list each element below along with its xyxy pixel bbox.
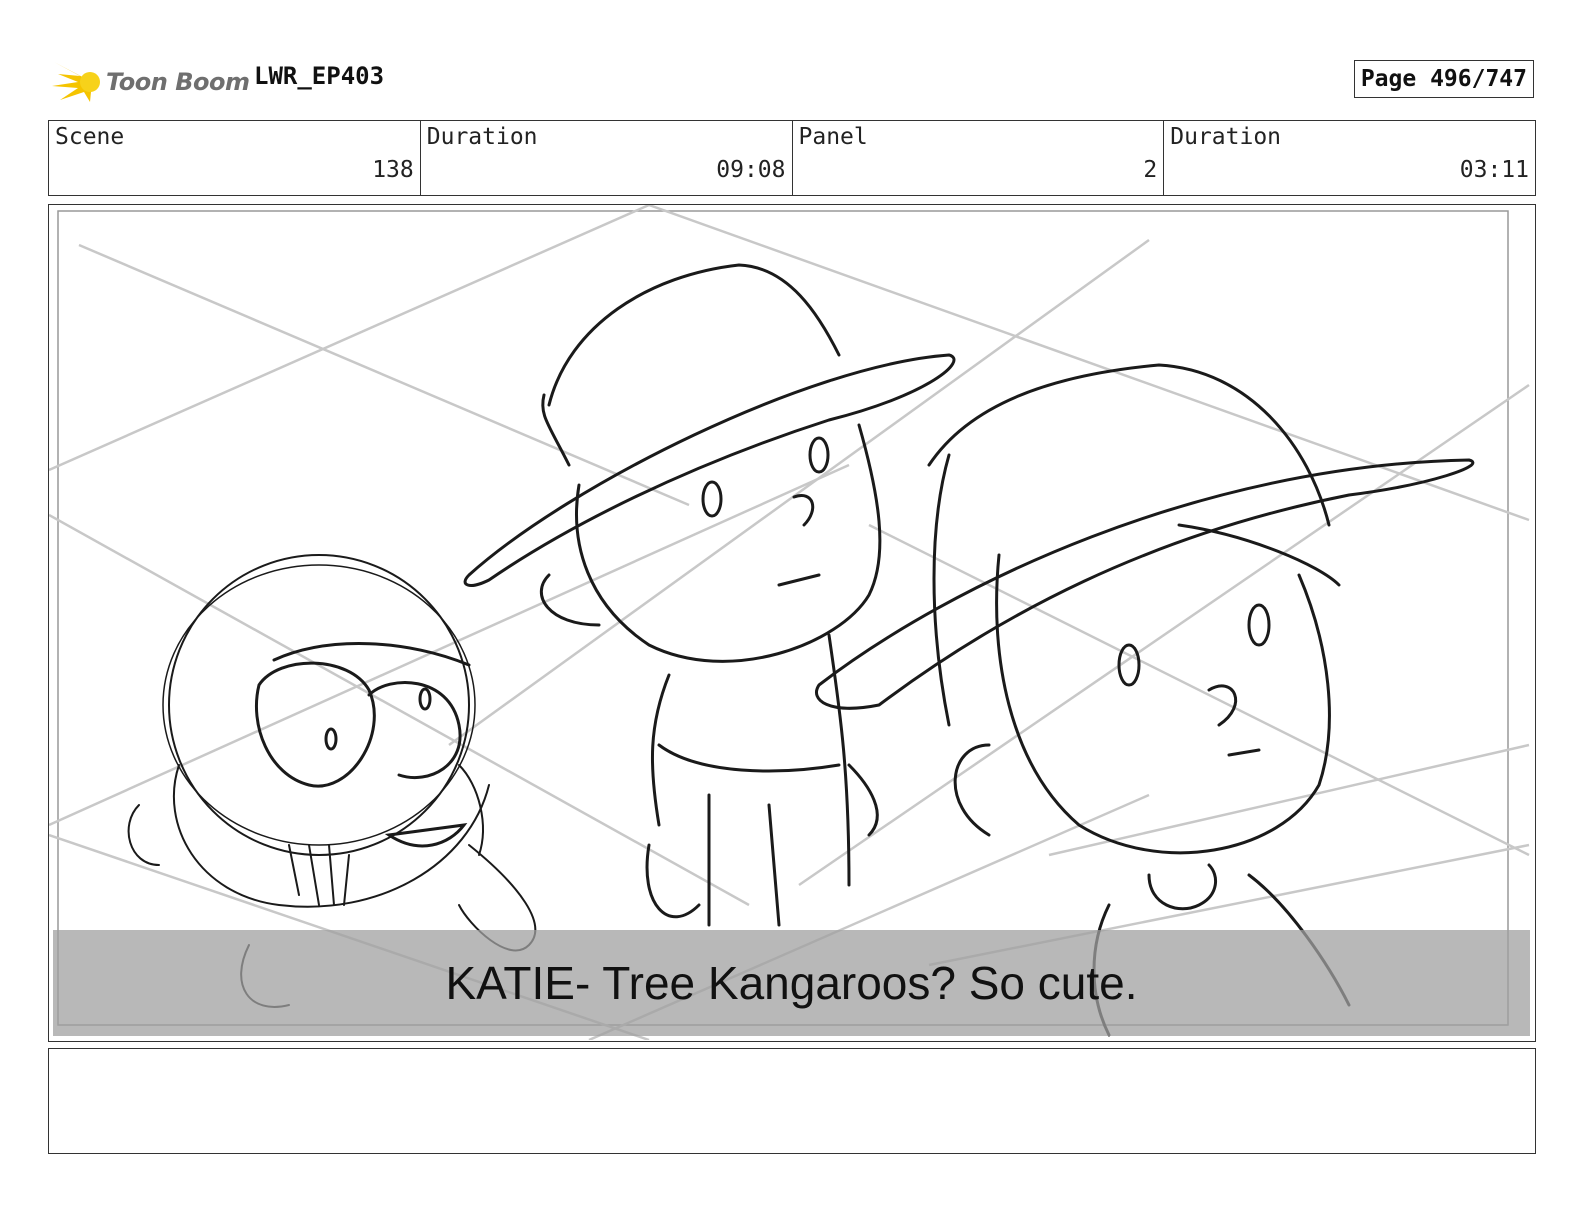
- page-indicator: Page 496/747: [1353, 60, 1534, 98]
- scene-duration-label: Duration: [426, 124, 538, 150]
- panel-cell: Panel 2: [793, 121, 1165, 195]
- panel-label: Panel: [798, 124, 868, 150]
- panel-duration-cell: Duration 03:11: [1164, 121, 1535, 195]
- storyboard-panel: KATIE- Tree Kangaroos? So cute.: [48, 204, 1536, 1042]
- scene-duration-cell: Duration 09:08: [421, 121, 793, 195]
- project-title: LWR_EP403: [254, 62, 385, 90]
- dialogue-caption: KATIE- Tree Kangaroos? So cute.: [445, 957, 1138, 1009]
- scene-duration-value: 09:08: [716, 157, 786, 183]
- panel-duration-value: 03:11: [1459, 157, 1529, 183]
- panel-duration-label: Duration: [1170, 124, 1282, 150]
- toon-boom-logo-icon: [52, 62, 100, 102]
- scene-cell: Scene 138: [49, 121, 421, 195]
- dialogue-caption-bar: KATIE- Tree Kangaroos? So cute.: [53, 930, 1530, 1036]
- panel-sketch-drawing: [49, 205, 1530, 1040]
- logo-text: Toon Boom: [106, 68, 250, 96]
- panel-notes-box[interactable]: [48, 1048, 1536, 1154]
- panel-value: 2: [1143, 157, 1158, 183]
- storyboard-header: Toon Boom LWR_EP403 Page 496/747: [48, 52, 1536, 108]
- toon-boom-logo: Toon Boom: [50, 56, 250, 106]
- scene-value: 138: [372, 157, 414, 183]
- scene-info-table: Scene 138 Duration 09:08 Panel 2 Duratio…: [48, 120, 1536, 196]
- scene-label: Scene: [55, 124, 125, 150]
